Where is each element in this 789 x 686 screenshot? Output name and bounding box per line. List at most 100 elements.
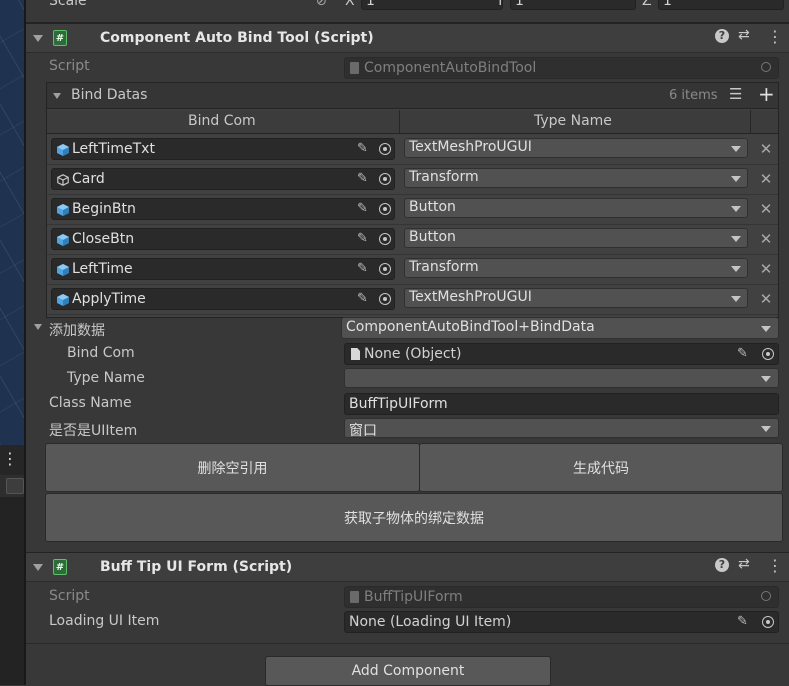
pencil-icon[interactable]: ✎: [357, 202, 368, 216]
add-component-button[interactable]: Add Component: [265, 656, 551, 686]
object-picker-icon: [761, 62, 771, 72]
cube-blue-icon: [57, 294, 69, 306]
type-name-dropdown[interactable]: Button: [404, 228, 748, 248]
list-foldout-icon[interactable]: [53, 93, 61, 99]
remove-item-icon[interactable]: ✕: [759, 201, 773, 217]
remove-item-icon[interactable]: ✕: [759, 231, 773, 247]
generate-code-button[interactable]: 生成代码: [419, 443, 783, 492]
help-icon[interactable]: ?: [715, 29, 729, 43]
chevron-down-icon: [731, 266, 741, 272]
list-item: LeftTimeTxt ✎ TextMeshProUGUI ✕: [47, 135, 778, 165]
foldout-arrow-icon[interactable]: [33, 35, 43, 42]
object-picker-icon[interactable]: [379, 203, 391, 215]
bind-com-object-field[interactable]: Card ✎: [51, 168, 395, 190]
type-name-dropdown[interactable]: Transform: [404, 258, 748, 278]
scale-x-field[interactable]: 1: [361, 0, 503, 10]
scale-x-label: X: [345, 0, 355, 9]
cube-blue-icon: [57, 144, 69, 156]
is-ui-item-dropdown[interactable]: 窗口: [344, 418, 779, 439]
bind-com-object-field[interactable]: ApplyTime ✎: [51, 288, 395, 310]
pencil-icon[interactable]: ✎: [357, 262, 368, 276]
list-view-icon[interactable]: ☰: [729, 85, 742, 103]
type-name-dropdown[interactable]: [344, 368, 779, 388]
type-name-dropdown[interactable]: Transform: [404, 168, 748, 188]
preset-icon[interactable]: ⇄: [738, 556, 750, 572]
bind-com-object-field[interactable]: CloseBtn ✎: [51, 228, 395, 250]
bind-com-name: BeginBtn: [72, 201, 136, 217]
column-headers: Bind Com Type Name: [47, 110, 778, 134]
object-picker-icon: [761, 591, 771, 601]
component-header-bufftip[interactable]: # Buff Tip UI Form (Script) ? ⇄ ⋮: [26, 552, 789, 582]
pencil-icon[interactable]: ✎: [357, 232, 368, 246]
remove-item-icon[interactable]: ✕: [759, 261, 773, 277]
object-picker-icon[interactable]: [379, 293, 391, 305]
bind-com-name: ApplyTime: [72, 291, 146, 307]
chevron-down-icon: [731, 236, 741, 242]
scene-toolbar: ⋮: [0, 445, 24, 475]
preset-icon[interactable]: ⇄: [738, 27, 750, 43]
foldout-arrow-icon[interactable]: [33, 564, 43, 571]
bind-com-object-field[interactable]: None (Object) ✎: [344, 343, 779, 365]
pencil-icon[interactable]: ✎: [357, 292, 368, 306]
class-name-input[interactable]: BuffTipUIForm: [344, 393, 779, 415]
column-bind-com: Bind Com: [188, 113, 256, 129]
type-name-dropdown[interactable]: TextMeshProUGUI: [404, 138, 748, 158]
script-label: Script: [49, 58, 90, 74]
class-name-label: Class Name: [49, 395, 132, 411]
object-picker-icon[interactable]: [762, 616, 774, 628]
add-item-icon[interactable]: +: [758, 82, 775, 106]
cs-script-icon: #: [53, 30, 67, 46]
bind-com-name: CloseBtn: [72, 231, 135, 247]
scale-label: Scale: [49, 0, 87, 9]
object-picker-icon[interactable]: [379, 173, 391, 185]
bind-com-label: Bind Com: [67, 345, 135, 361]
help-icon[interactable]: ?: [715, 558, 729, 572]
pencil-icon[interactable]: ✎: [357, 142, 368, 156]
add-data-foldout-icon[interactable]: [34, 324, 42, 330]
type-name-value: Transform: [409, 169, 479, 185]
bind-com-object-field[interactable]: LeftTime ✎: [51, 258, 395, 280]
type-name-dropdown[interactable]: Button: [404, 198, 748, 218]
object-picker-icon[interactable]: [762, 348, 774, 360]
add-data-dropdown[interactable]: ComponentAutoBindTool+BindData: [341, 317, 779, 339]
pencil-icon[interactable]: ✎: [737, 347, 748, 361]
script-field: ComponentAutoBindTool: [344, 57, 779, 79]
remove-item-icon[interactable]: ✕: [759, 291, 773, 307]
chevron-down-icon: [731, 296, 741, 302]
pencil-icon[interactable]: ✎: [357, 172, 368, 186]
script-file-icon: [350, 62, 359, 74]
remove-item-icon[interactable]: ✕: [759, 171, 773, 187]
scene-tab-strip: [0, 475, 24, 497]
more-icon[interactable]: ⋮: [2, 449, 18, 469]
type-name-value: Button: [409, 199, 456, 215]
scale-z-field[interactable]: 1: [658, 0, 784, 10]
list-rows: LeftTimeTxt ✎ TextMeshProUGUI ✕ Card ✎ T…: [47, 135, 778, 317]
document-icon: [351, 348, 360, 360]
more-options-icon[interactable]: ⋮: [767, 556, 783, 575]
component-header-autobind[interactable]: # Component Auto Bind Tool (Script) ? ⇄ …: [26, 23, 789, 53]
pencil-icon[interactable]: ✎: [737, 615, 748, 629]
bind-com-name: LeftTimeTxt: [72, 141, 155, 157]
bind-com-object-field[interactable]: BeginBtn ✎: [51, 198, 395, 220]
chevron-down-icon: [731, 146, 741, 152]
loading-ui-item-field[interactable]: None (Loading UI Item) ✎: [344, 611, 779, 633]
list-header[interactable]: Bind Datas 6 items ☰ +: [47, 82, 778, 109]
transform-scale-row: Scale ⊘ X 1 Y 1 Z 1: [26, 0, 789, 16]
object-picker-icon[interactable]: [379, 263, 391, 275]
scale-y-field[interactable]: 1: [510, 0, 636, 10]
cube-blue-icon: [57, 204, 69, 216]
scale-y-label: Y: [496, 0, 505, 9]
object-picker-icon[interactable]: [379, 143, 391, 155]
more-options-icon[interactable]: ⋮: [767, 27, 783, 46]
remove-item-icon[interactable]: ✕: [759, 141, 773, 157]
type-name-dropdown[interactable]: TextMeshProUGUI: [404, 288, 748, 308]
cube-blue-icon: [57, 264, 69, 276]
type-name-value: Transform: [409, 259, 479, 275]
link-icon[interactable]: ⊘: [316, 0, 327, 9]
bind-com-object-field[interactable]: LeftTimeTxt ✎: [51, 138, 395, 160]
list-title: Bind Datas: [71, 87, 148, 103]
get-child-bind-data-button[interactable]: 获取子物体的绑定数据: [45, 493, 783, 542]
list-item: Card ✎ Transform ✕: [47, 165, 778, 195]
object-picker-icon[interactable]: [379, 233, 391, 245]
remove-null-refs-button[interactable]: 删除空引用: [45, 443, 420, 492]
